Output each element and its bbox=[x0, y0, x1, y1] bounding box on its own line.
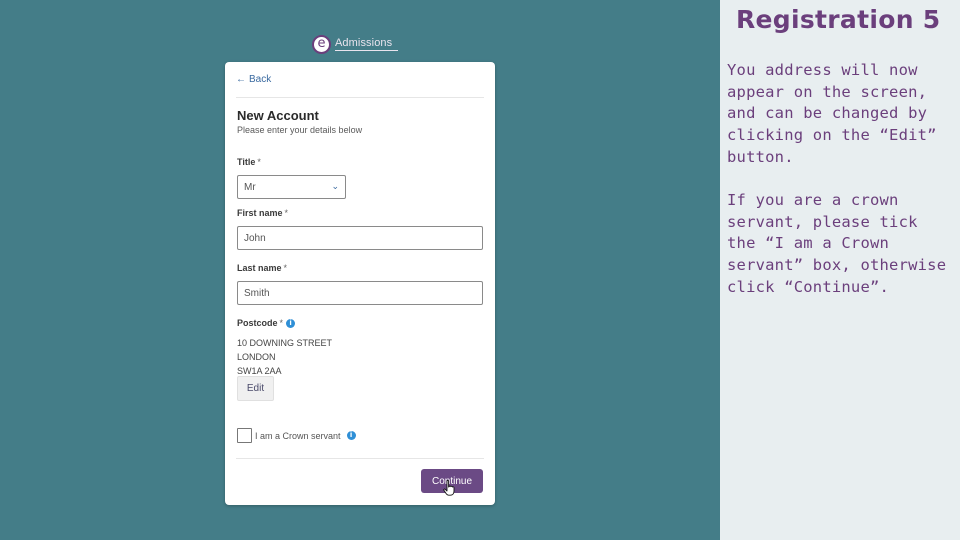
form-title: New Account bbox=[237, 108, 319, 123]
address-line: LONDON bbox=[237, 352, 276, 362]
title-select[interactable]: Mr ⌄ bbox=[237, 175, 346, 199]
last-name-label-text: Last name bbox=[237, 263, 282, 273]
back-label: Back bbox=[249, 74, 272, 85]
required-mark: * bbox=[257, 157, 261, 167]
required-mark: * bbox=[284, 208, 289, 218]
chevron-down-icon: ⌄ bbox=[331, 182, 339, 192]
first-name-label-text: First name bbox=[237, 208, 283, 218]
title-label-text: Title bbox=[237, 157, 256, 167]
logo-e-icon: e bbox=[312, 34, 331, 54]
instruction-panel: Registration 5 You address will now appe… bbox=[720, 0, 960, 540]
arrow-left-icon: ← bbox=[236, 74, 246, 85]
title-label: Title * bbox=[237, 157, 261, 167]
divider bbox=[236, 458, 484, 459]
crown-servant-row: I am a Crown servant i bbox=[237, 428, 356, 443]
eadmissions-logo: e Admissions bbox=[312, 34, 399, 54]
first-name-value: John bbox=[244, 232, 266, 244]
logo-text: Admissions bbox=[335, 37, 399, 51]
hand-pointer-icon bbox=[443, 480, 455, 496]
form-subtitle: Please enter your details below bbox=[237, 125, 363, 135]
info-icon[interactable]: i bbox=[346, 431, 356, 440]
postcode-label-text: Postcode bbox=[237, 318, 278, 328]
divider bbox=[236, 97, 484, 98]
address-block: 10 DOWNING STREET LONDON SW1A 2AA bbox=[237, 336, 332, 378]
panel-title: Registration 5 bbox=[736, 5, 941, 34]
info-icon[interactable]: i bbox=[286, 319, 296, 329]
title-select-value: Mr bbox=[244, 181, 256, 193]
postcode-label: Postcode * i bbox=[237, 318, 296, 329]
first-name-input[interactable]: John bbox=[237, 226, 483, 250]
last-name-input[interactable]: Smith bbox=[237, 281, 483, 305]
edit-address-button[interactable]: Edit bbox=[237, 376, 274, 401]
instruction-paragraph: You address will now appear on the scree… bbox=[727, 61, 937, 166]
instruction-paragraph: If you are a crown servant, please tick … bbox=[727, 191, 947, 296]
required-mark: * bbox=[283, 263, 288, 273]
required-mark: * bbox=[279, 318, 284, 328]
registration-card: ← Back New Account Please enter your det… bbox=[225, 62, 495, 505]
last-name-label: Last name * bbox=[237, 263, 287, 273]
crown-servant-label: I am a Crown servant bbox=[255, 430, 341, 441]
back-link[interactable]: ← Back bbox=[236, 74, 271, 85]
address-line: 10 DOWNING STREET bbox=[237, 338, 333, 348]
first-name-label: First name * bbox=[237, 208, 288, 218]
last-name-value: Smith bbox=[244, 287, 270, 299]
crown-servant-checkbox[interactable] bbox=[237, 428, 252, 443]
